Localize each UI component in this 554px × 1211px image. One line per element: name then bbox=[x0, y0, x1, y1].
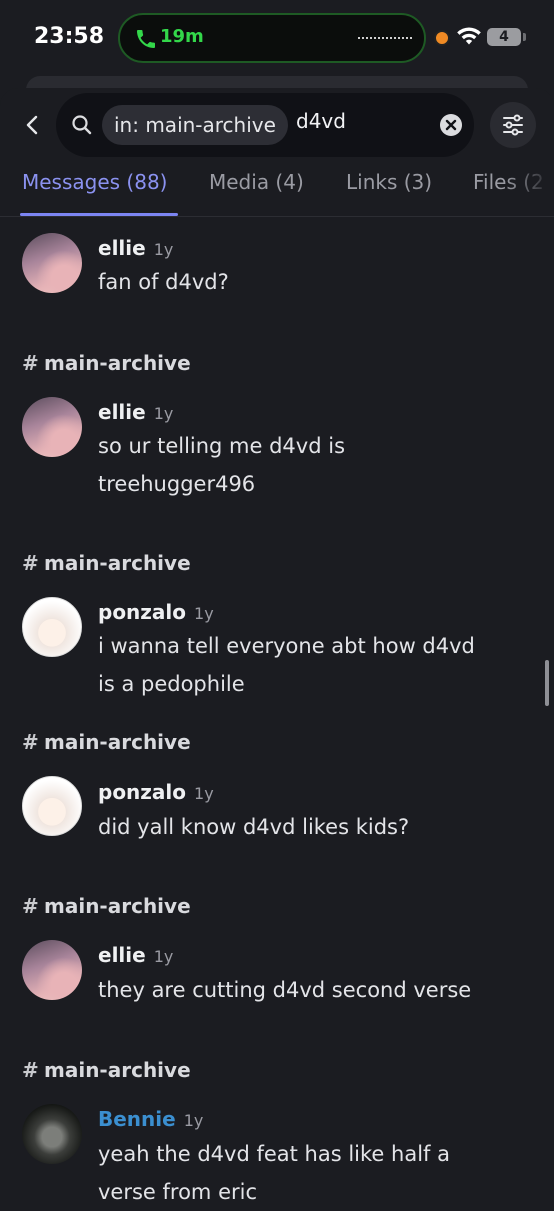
channel-label[interactable]: # main-archive bbox=[22, 1058, 191, 1082]
tab-links[interactable]: Links (3) bbox=[346, 170, 432, 194]
tabs-fade bbox=[504, 160, 554, 216]
avatar[interactable] bbox=[22, 940, 82, 1000]
message-timestamp: 1y bbox=[183, 1111, 204, 1130]
channel-filter-chip[interactable]: in: main-archive bbox=[102, 105, 288, 145]
tab-media[interactable]: Media (4) bbox=[209, 170, 304, 194]
avatar[interactable] bbox=[22, 597, 82, 657]
message-author[interactable]: ellie 1y bbox=[98, 943, 173, 967]
message-author[interactable]: ellie 1y bbox=[98, 236, 173, 260]
message-author[interactable]: Bennie 1y bbox=[98, 1107, 203, 1131]
status-bar: 23:58 19m 4 bbox=[0, 0, 554, 76]
channel-hash-icon: # bbox=[22, 894, 39, 918]
filters-button[interactable] bbox=[490, 102, 536, 148]
battery-cap bbox=[523, 33, 526, 41]
avatar[interactable] bbox=[22, 1104, 82, 1164]
message-timestamp: 1y bbox=[153, 947, 174, 966]
active-call-pill[interactable]: 19m bbox=[118, 13, 426, 63]
filter-sliders-icon bbox=[503, 114, 523, 136]
result-tabs: Messages (88) Media (4) Links (3) Files … bbox=[0, 160, 554, 217]
message-text[interactable]: i wanna tell everyone abt how d4vd is a p… bbox=[98, 627, 518, 703]
message-timestamp: 1y bbox=[194, 604, 214, 623]
message-text[interactable]: fan of d4vd? bbox=[98, 263, 518, 301]
message-author[interactable]: ponzalo 1y bbox=[98, 600, 214, 624]
scrollbar[interactable] bbox=[545, 660, 549, 706]
channel-hash-icon: # bbox=[22, 1058, 39, 1082]
search-icon bbox=[72, 115, 92, 135]
channel-label[interactable]: # main-archive bbox=[22, 730, 191, 754]
avatar[interactable] bbox=[22, 776, 82, 836]
message-text[interactable]: did yall know d4vd likes kids? bbox=[98, 808, 518, 846]
search-bar[interactable]: in: main-archive d4vd bbox=[56, 93, 474, 157]
call-duration: 19m bbox=[160, 26, 204, 47]
message-author[interactable]: ponzalo 1y bbox=[98, 780, 214, 804]
channel-label[interactable]: # main-archive bbox=[22, 351, 191, 375]
channel-label[interactable]: # main-archive bbox=[22, 894, 191, 918]
phone-icon bbox=[137, 30, 155, 48]
search-input[interactable]: d4vd bbox=[296, 109, 346, 133]
status-time: 23:58 bbox=[34, 24, 105, 49]
active-tab-indicator bbox=[20, 213, 178, 216]
message-author[interactable]: ellie 1y bbox=[98, 400, 173, 424]
tab-messages[interactable]: Messages (88) bbox=[22, 170, 168, 194]
channel-label[interactable]: # main-archive bbox=[22, 551, 191, 575]
channel-hash-icon: # bbox=[22, 730, 39, 754]
message-text[interactable]: they are cutting d4vd second verse bbox=[98, 971, 518, 1009]
audio-waveform bbox=[358, 37, 412, 41]
message-timestamp: 1y bbox=[153, 404, 174, 423]
channel-hash-icon: # bbox=[22, 551, 39, 575]
avatar[interactable] bbox=[22, 233, 82, 293]
message-text[interactable]: so ur telling me d4vd is treehugger496 bbox=[98, 427, 518, 503]
clear-icon[interactable] bbox=[440, 114, 462, 136]
back-chevron-icon[interactable] bbox=[18, 110, 48, 140]
message-timestamp: 1y bbox=[194, 784, 214, 803]
channel-hash-icon: # bbox=[22, 351, 39, 375]
message-timestamp: 1y bbox=[153, 240, 174, 259]
recording-indicator bbox=[434, 30, 450, 46]
battery-indicator: 4 bbox=[487, 28, 521, 46]
wifi-icon bbox=[457, 27, 481, 45]
avatar[interactable] bbox=[22, 397, 82, 457]
